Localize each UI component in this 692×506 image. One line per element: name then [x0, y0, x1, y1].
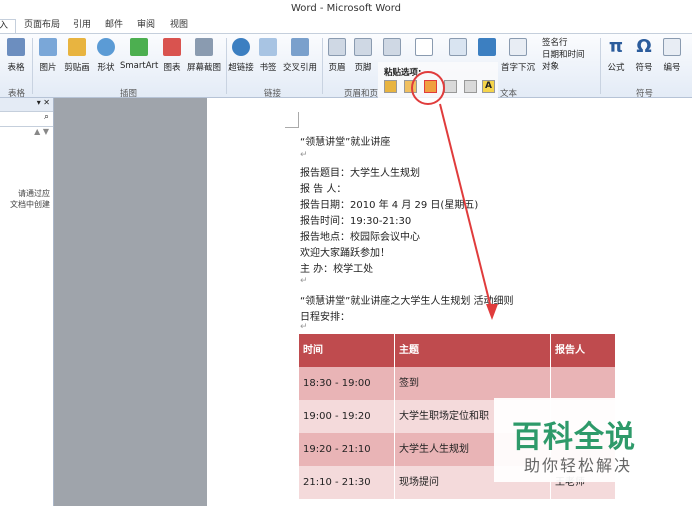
nav-scroll-arrows[interactable]: ▲ ▼	[0, 127, 53, 141]
dropcap-icon	[509, 38, 527, 56]
clipart-button[interactable]: 剪贴画	[62, 38, 92, 82]
textbox-icon	[415, 38, 433, 56]
picture-button[interactable]: 图片	[36, 38, 60, 82]
doc-topic[interactable]: 报告题目：大学生人生规划	[300, 164, 420, 179]
group-separator	[226, 38, 227, 94]
signature-line-button[interactable]: 签名行	[542, 37, 585, 49]
table-header-cell[interactable]: 报告人	[551, 334, 616, 367]
table-row: 18:30 - 19:00 签到	[299, 367, 616, 400]
group-separator	[322, 38, 323, 94]
bookmark-button[interactable]: 书签	[258, 38, 278, 82]
picture-icon	[39, 38, 57, 56]
bookmark-icon	[259, 38, 277, 56]
clipart-icon	[68, 38, 86, 56]
hyperlink-button[interactable]: 超链接	[228, 38, 254, 82]
watermark: 百科全说 助你轻松解决	[494, 398, 692, 482]
doc-time[interactable]: 报告时间：19:30-21:30	[300, 212, 411, 227]
screenshot-icon	[195, 38, 213, 56]
numbering-icon	[663, 38, 681, 56]
nav-pane-controls[interactable]: ▾ ✕	[0, 98, 53, 112]
doc-heading[interactable]: “领慧讲堂”就业讲座	[300, 133, 390, 148]
doc-date[interactable]: 报告日期：2010 年 4 月 29 日(星期五)	[300, 196, 478, 211]
tab-page-layout[interactable]: 页面布局	[24, 19, 60, 33]
equation-button[interactable]: π 公式	[604, 38, 628, 82]
page-number-icon	[383, 38, 401, 56]
shapes-icon	[97, 38, 115, 56]
nav-hint-text: 请通过应 文档中创建	[10, 189, 50, 209]
pi-icon: π	[608, 36, 624, 57]
object-button[interactable]: 对象	[542, 61, 585, 73]
footer-icon	[354, 38, 372, 56]
table-cell[interactable]: 21:10 - 21:30	[299, 466, 395, 499]
nav-search-icon[interactable]: ⌕	[0, 112, 53, 127]
footer-button[interactable]: 页脚	[352, 38, 374, 82]
chart-button[interactable]: 图表	[161, 38, 183, 82]
globe-icon	[232, 38, 250, 56]
omega-icon: Ω	[636, 36, 652, 57]
watermark-main: 百科全说	[512, 420, 636, 455]
table-cell[interactable]: 签到	[395, 367, 551, 400]
paragraph-mark: ↵	[300, 276, 308, 286]
header-button[interactable]: 页眉	[326, 38, 348, 82]
paste-merge-format-icon[interactable]	[404, 80, 417, 93]
doc-place[interactable]: 报告地点：校园际会议中心	[300, 228, 420, 243]
tab-review[interactable]: 审阅	[137, 19, 155, 33]
group-separator	[600, 38, 601, 94]
table-cell[interactable]: 18:30 - 19:00	[299, 367, 395, 400]
paste-options-label: 粘贴选项:	[384, 68, 422, 78]
smartart-button[interactable]: SmartArt	[120, 38, 158, 82]
table-header-row: 时间 主题 报告人	[299, 334, 616, 367]
quickparts-icon	[449, 38, 467, 56]
paste-overwrite-cells-icon[interactable]	[464, 80, 477, 93]
dropcap-button[interactable]: 首字下沉	[500, 38, 536, 82]
doc-welcome[interactable]: 欢迎大家踊跃参加！	[300, 244, 390, 259]
chart-icon	[163, 38, 181, 56]
paste-picture-icon[interactable]	[424, 80, 437, 93]
paragraph-mark: ↵	[300, 150, 308, 160]
paste-keep-format-icon[interactable]	[384, 80, 397, 93]
table-cell[interactable]	[551, 367, 616, 400]
shapes-button[interactable]: 形状	[94, 38, 118, 82]
smartart-icon	[130, 38, 148, 56]
symbol-button[interactable]: Ω 符号	[632, 38, 656, 82]
doc-host[interactable]: 主 办：校学工处	[300, 260, 373, 275]
ribbon: 表格 图片 剪贴画 形状 SmartArt 图表 屏幕截图 超链接 书签 交叉引…	[0, 33, 692, 99]
doc-speaker[interactable]: 报 告 人：	[300, 180, 346, 195]
date-time-button[interactable]: 日期和时间	[542, 49, 585, 61]
title-bar: Word - Microsoft Word	[0, 0, 692, 19]
doc-schedule-label[interactable]: 日程安排：	[300, 308, 350, 323]
watermark-sub: 助你轻松解决	[524, 456, 633, 475]
table-cell[interactable]: 19:00 - 19:20	[299, 400, 395, 433]
table-cell[interactable]: 19:20 - 21:10	[299, 433, 395, 466]
navigation-pane: ▾ ✕ ⌕ ▲ ▼ 请通过应 文档中创建	[0, 98, 54, 506]
table-header-cell[interactable]: 主题	[395, 334, 551, 367]
paragraph-mark: ↵	[300, 322, 308, 332]
doc-rules-title[interactable]: “领慧讲堂”就业讲座之大学生人生规划 活动细则	[300, 292, 514, 307]
table-icon	[7, 38, 25, 56]
wordart-icon	[478, 38, 496, 56]
cross-reference-button[interactable]: 交叉引用	[282, 38, 318, 82]
ribbon-tabs: 入 页面布局 引用 邮件 审阅 视图	[0, 19, 692, 33]
table-button[interactable]: 表格	[4, 38, 28, 82]
screenshot-button[interactable]: 屏幕截图	[186, 38, 222, 82]
tab-mailings[interactable]: 邮件	[105, 19, 123, 33]
paste-options-panel: 粘贴选项: A	[378, 62, 498, 102]
paste-text-only-icon[interactable]: A	[482, 80, 495, 93]
header-icon	[328, 38, 346, 56]
window-title: Word - Microsoft Word	[290, 3, 402, 14]
table-header-cell[interactable]: 时间	[299, 334, 395, 367]
paste-nested-table-icon[interactable]	[444, 80, 457, 93]
text-small-commands: 签名行 日期和时间 对象	[542, 37, 585, 73]
numbering-button[interactable]: 编号	[660, 38, 684, 82]
group-separator	[32, 38, 33, 94]
margin-corner-mark	[285, 112, 299, 128]
tab-insert[interactable]: 入	[0, 19, 16, 33]
tab-references[interactable]: 引用	[73, 19, 91, 33]
tab-view[interactable]: 视图	[170, 19, 188, 33]
cross-reference-icon	[291, 38, 309, 56]
